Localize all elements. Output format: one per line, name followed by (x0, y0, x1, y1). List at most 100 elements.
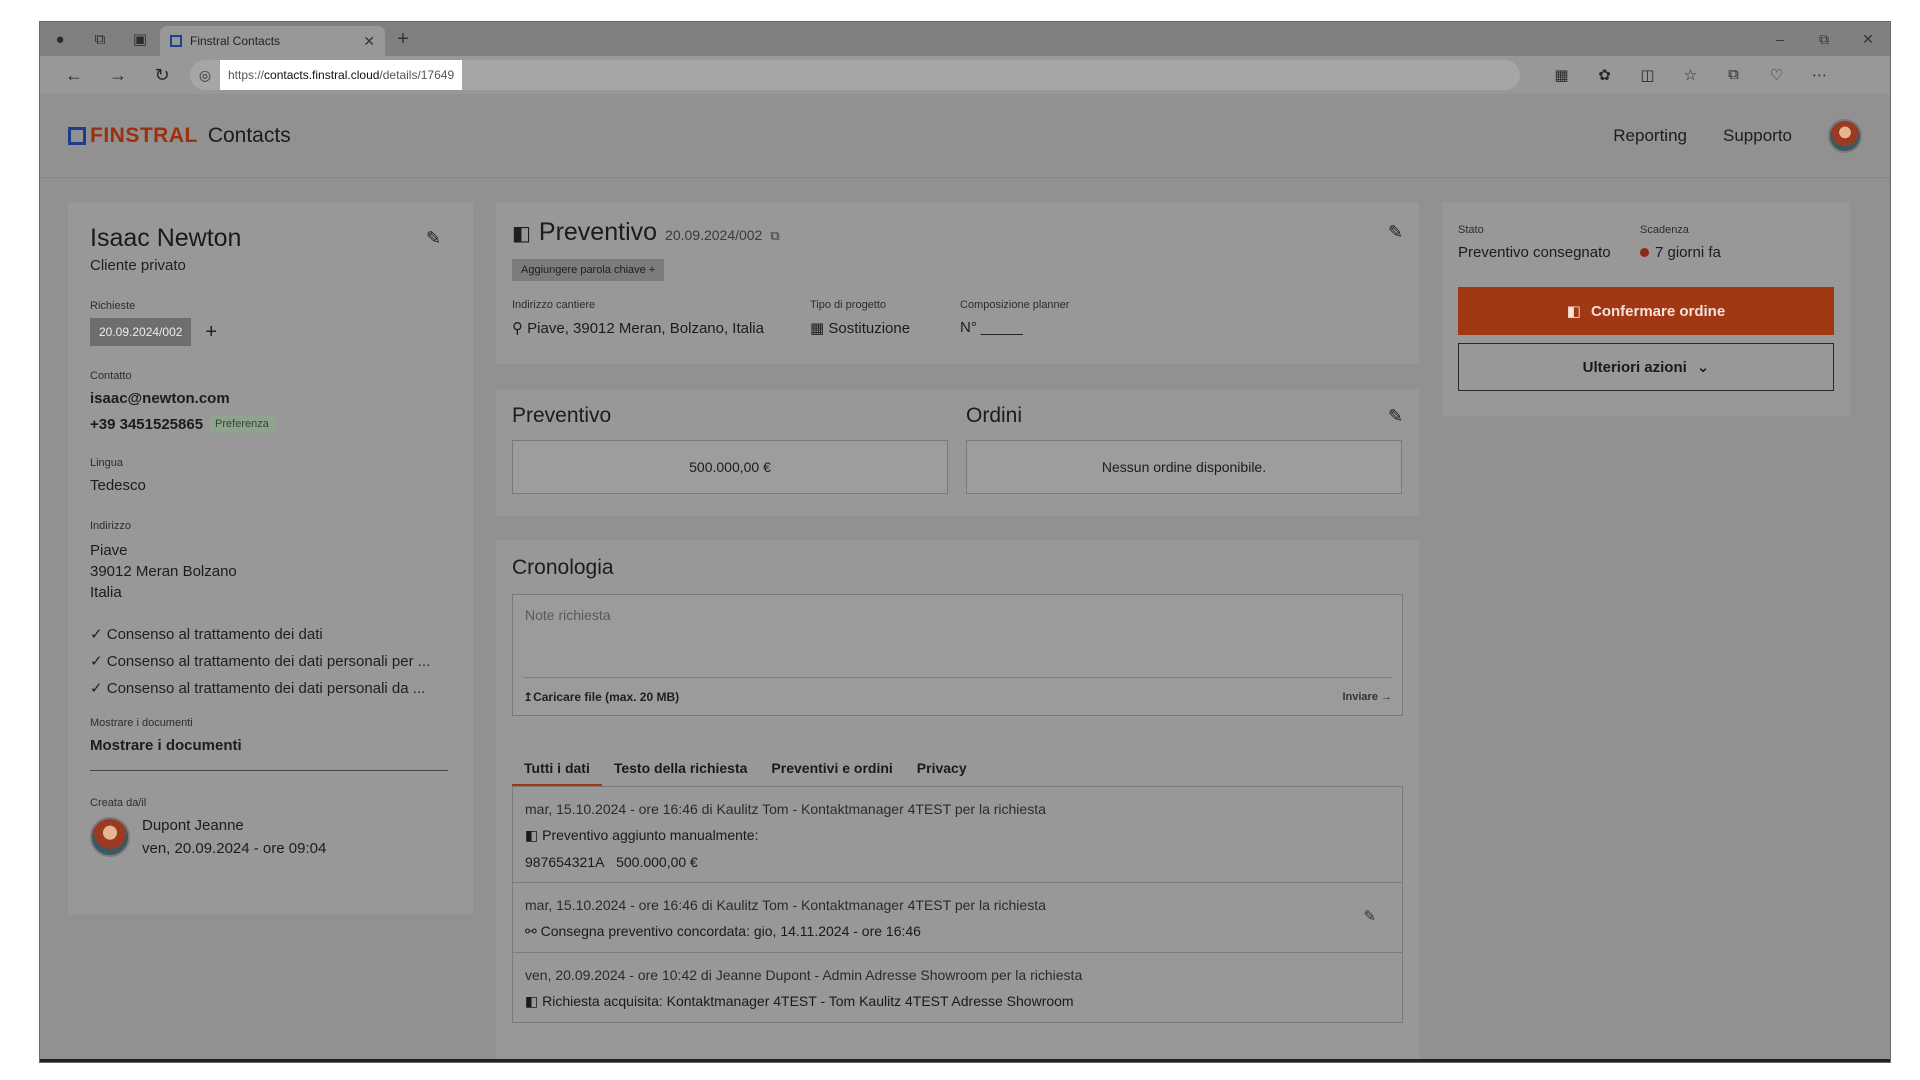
upload-button[interactable]: Caricare file (max. 20 MB) (533, 690, 679, 704)
site-label: Indirizzo cantiere (512, 299, 596, 311)
app-area: FINSTRAL Contacts Reporting Supporto Isa… (40, 94, 1890, 1062)
collections-toolbar-icon[interactable]: ⧉ (1712, 66, 1755, 84)
app-name: Contacts (207, 123, 291, 147)
entry-quote-number: 987654321A (525, 854, 605, 870)
tab-quotes-orders[interactable]: Preventivi e ordini (759, 756, 904, 786)
consent-text: Consenso al trattamento dei dati persona… (106, 680, 426, 697)
entry-header: mar, 15.10.2024 - ore 16:46 di Kaulitz T… (525, 801, 1046, 817)
orders-empty: Nessun ordine disponibile. (966, 440, 1402, 494)
note-box[interactable]: Note richiesta ↥ Caricare file (max. 20 … (512, 594, 1403, 716)
send-button[interactable]: Inviare → (1342, 691, 1392, 703)
browser-window: ● ⧉ ▣ Finstral Contacts ✕ + – ⧉ ✕ ← → ↻ … (40, 22, 1890, 1062)
tab-privacy[interactable]: Privacy (905, 756, 979, 786)
edit-entry-icon[interactable]: ✎ (1363, 907, 1376, 925)
state-value: Preventivo consegnato (1458, 244, 1611, 261)
performance-icon[interactable]: ♡ (1755, 66, 1798, 84)
address-bar: ← → ↻ ◎ https://contacts.finstral.cloud /… (40, 56, 1890, 94)
confirm-order-button[interactable]: ◧ Confermare ordine (1458, 287, 1834, 335)
collections-icon[interactable]: ⧉ (80, 22, 120, 56)
customer-phone[interactable]: +39 3451525865 (90, 416, 203, 433)
add-keyword-button[interactable]: Aggiungere parola chiave + (512, 259, 665, 281)
history-tabs: Tutti i dati Testo della richiesta Preve… (512, 756, 1403, 787)
consent-text: Consenso al trattamento dei dati persona… (106, 653, 431, 670)
note-input[interactable]: Note richiesta (525, 607, 611, 623)
close-tab-icon[interactable]: ✕ (363, 33, 375, 50)
planner-value[interactable]: N° _____ (960, 319, 1069, 336)
forward-icon[interactable]: → (96, 60, 140, 90)
window-controls: – ⧉ ✕ (1758, 31, 1890, 48)
document-icon: ◧ (525, 993, 539, 1009)
location-icon: ⚲ (512, 320, 523, 337)
add-request-icon[interactable]: + (205, 321, 217, 344)
url-field[interactable]: https://contacts.finstral.cloud/details/… (220, 60, 463, 90)
address-line: Italia (90, 584, 122, 601)
status-panel: Stato Preventivo consegnato Scadenza 7 g… (1442, 202, 1850, 416)
puzzle-icon[interactable]: ✿ (1583, 66, 1626, 84)
tab-all-data[interactable]: Tutti i dati (512, 756, 602, 786)
nav-support[interactable]: Supporto (1723, 126, 1792, 146)
more-actions-button[interactable]: Ulteriori azioni ⌄ (1458, 343, 1834, 391)
tab-actions-icon[interactable]: ▣ (120, 22, 160, 56)
entry-text: Preventivo aggiunto manualmente: (542, 827, 759, 843)
history-entry: mar, 15.10.2024 - ore 16:46 di Kaulitz T… (513, 883, 1402, 953)
copy-icon[interactable]: ⧉ (770, 228, 779, 244)
summary-card: Preventivo 500.000,00 € Ordini Nessun or… (496, 390, 1419, 516)
orders-title: Ordini (966, 404, 1023, 427)
quote-summary-title: Preventivo (512, 404, 612, 427)
url-prefix: https:// (228, 68, 265, 82)
show-documents-link[interactable]: Mostrare i documenti (90, 737, 451, 754)
edit-quote-icon[interactable]: ✎ (1388, 222, 1403, 243)
overdue-dot-icon (1640, 248, 1649, 257)
created-date: ven, 20.09.2024 - ore 09:04 (142, 840, 327, 857)
door-icon: ◧ (525, 827, 539, 843)
consent-item: ✓ Consenso al trattamento dei dati (90, 626, 323, 643)
creator-name: Dupont Jeanne (142, 817, 244, 834)
extension-icon[interactable]: ▦ (1540, 66, 1583, 84)
back-icon[interactable]: ← (52, 60, 96, 90)
due-label: Scadenza (1640, 224, 1689, 236)
browser-tab[interactable]: Finstral Contacts ✕ (160, 26, 385, 56)
created-label: Creata da/il (90, 797, 147, 809)
handshake-icon: ⚯ (525, 923, 537, 939)
note-toolbar: ↥ Caricare file (max. 20 MB) Inviare → (523, 677, 1392, 715)
url-host: contacts.finstral.cloud (264, 68, 380, 82)
history-entry: mar, 15.10.2024 - ore 16:46 di Kaulitz T… (513, 787, 1402, 883)
logo-square-icon (68, 126, 86, 145)
customer-email[interactable]: isaac@newton.com (90, 390, 451, 407)
tab-request-text[interactable]: Testo della richiesta (602, 756, 760, 786)
upload-icon[interactable]: ↥ (523, 690, 533, 704)
nav-reporting[interactable]: Reporting (1613, 126, 1687, 146)
divider (90, 770, 448, 771)
tab-title: Finstral Contacts (190, 34, 281, 48)
quote-number: 20.09.2024/002 (665, 227, 763, 243)
profile-icon[interactable]: ● (40, 22, 80, 56)
language-label: Lingua (90, 457, 124, 469)
project-type-label: Tipo di progetto (810, 299, 887, 311)
state-label: Stato (1458, 224, 1484, 236)
consent-text: Consenso al trattamento dei dati (106, 626, 323, 643)
split-screen-icon[interactable]: ◫ (1626, 66, 1669, 84)
more-icon[interactable]: ⋯ (1798, 66, 1841, 84)
user-avatar[interactable] (1828, 118, 1862, 153)
top-nav: Reporting Supporto (1613, 118, 1862, 153)
close-window-icon[interactable]: ✕ (1846, 31, 1890, 48)
request-chip[interactable]: 20.09.2024/002 (90, 318, 192, 346)
due-value: 7 giorni fa (1655, 244, 1721, 261)
edit-orders-icon[interactable]: ✎ (1388, 406, 1403, 427)
finstral-logo[interactable]: FINSTRAL Contacts (68, 124, 291, 148)
minimize-icon[interactable]: – (1758, 31, 1802, 48)
restore-icon[interactable]: ⧉ (1802, 31, 1846, 48)
chevron-down-icon: ⌄ (1696, 359, 1710, 376)
quote-header-card: ◧ Preventivo 20.09.2024/002 ⧉ ✎ Aggiunge… (496, 202, 1419, 364)
site-info-icon[interactable]: ◎ (190, 67, 220, 84)
new-tab-button[interactable]: + (385, 28, 421, 51)
customer-address: Piave 39012 Meran Bolzano Italia (90, 540, 451, 603)
more-actions-label: Ulteriori azioni (1582, 358, 1687, 376)
address-line: 39012 Meran Bolzano (90, 563, 237, 580)
url-path: /details/17649 (379, 68, 455, 82)
entry-text: Richiesta acquisita: Kontaktmanager 4TES… (542, 993, 1074, 1009)
consent-list: ✓ Consenso al trattamento dei dati ✓ Con… (90, 625, 451, 697)
reload-icon[interactable]: ↻ (140, 60, 184, 90)
favorites-icon[interactable]: ☆ (1669, 66, 1712, 84)
edit-customer-icon[interactable]: ✎ (426, 228, 441, 249)
